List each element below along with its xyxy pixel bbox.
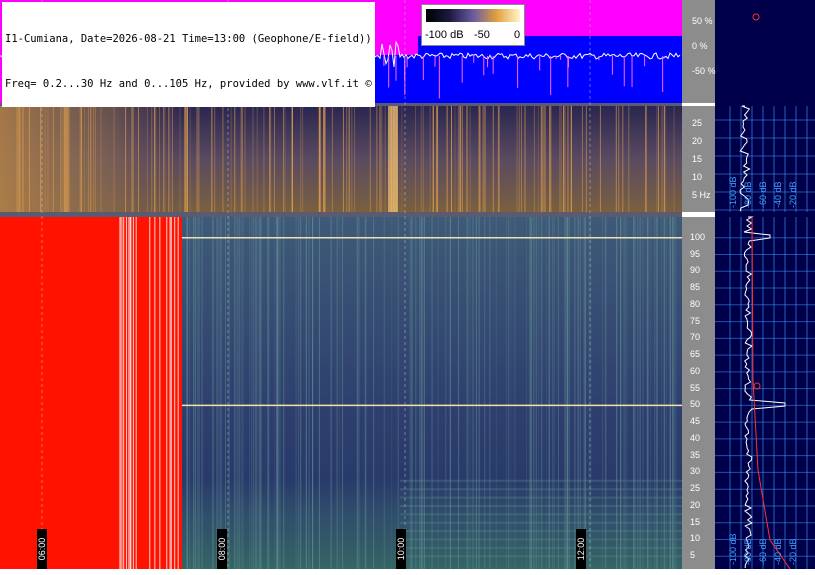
high-freq-tick: 50 [690, 399, 701, 410]
colorscale-mid-label: -50 [474, 29, 490, 41]
high-freq-tick: 25 [690, 483, 701, 494]
amplitude-magenta-top [528, 0, 682, 36]
high-freq-tick: 15 [690, 516, 701, 527]
amp-tick: 50 % [692, 16, 713, 26]
time-label-0600: 06:00 [37, 529, 47, 569]
high-freq-tick: 65 [690, 349, 701, 360]
header-info: I1-Cumiana, Date=2026-08-21 Time=13:00 (… [2, 2, 375, 107]
high-freq-tick: 85 [690, 282, 701, 293]
low-freq-tick: 15 [692, 154, 703, 164]
time-label-0800: 08:00 [217, 529, 227, 569]
colorscale-bar [426, 9, 520, 22]
spectrogram-page: { "header": { "line1": "I1-Cumiana, Date… [0, 0, 815, 569]
high-freq-tick: 100 [690, 231, 706, 242]
low-freq-tick: 5 Hz [692, 190, 711, 200]
high-freq-tick: 70 [690, 332, 701, 343]
amp-tick: -50 % [692, 66, 716, 76]
high-freq-tick: 80 [690, 298, 701, 309]
high-freq-tick: 35 [690, 449, 701, 460]
colorscale-max-label: 0 [514, 29, 521, 41]
high-freq-tick: 95 [690, 248, 701, 259]
panel-divider-2 [0, 212, 682, 217]
low-freq-tick: 25 [692, 118, 703, 128]
high-freq-tick: 40 [690, 432, 701, 443]
header-line-2: Freq= 0.2...30 Hz and 0...105 Hz, provid… [5, 78, 372, 90]
amp-tick: 0 % [692, 41, 708, 51]
colorscale-legend: -100 dB -50 0 [421, 4, 525, 46]
low-freq-tick: 20 [692, 136, 703, 146]
time-label-1000: 10:00 [396, 529, 406, 569]
high-freq-tick: 55 [690, 382, 701, 393]
high-freq-tick: 75 [690, 315, 701, 326]
low-burst [388, 106, 398, 212]
high-freq-tick: 60 [690, 365, 701, 376]
high-freq-tick: 5 [690, 550, 696, 561]
high-freq-tick: 10 [690, 533, 701, 544]
high-freq-tick: 45 [690, 416, 701, 427]
low-freq-tick: 10 [692, 172, 703, 182]
high-side-db-tick: -20 dB [788, 538, 798, 565]
high-freq-tick: 30 [690, 466, 701, 477]
colorscale-min-label: -100 dB [425, 29, 464, 41]
low-side-db-tick: -20 dB [788, 181, 798, 208]
high-freq-tick: 90 [690, 265, 701, 276]
time-label-1200: 12:00 [576, 529, 586, 569]
high-freq-tick: 20 [690, 499, 701, 510]
header-line-1: I1-Cumiana, Date=2026-08-21 Time=13:00 (… [5, 33, 372, 45]
